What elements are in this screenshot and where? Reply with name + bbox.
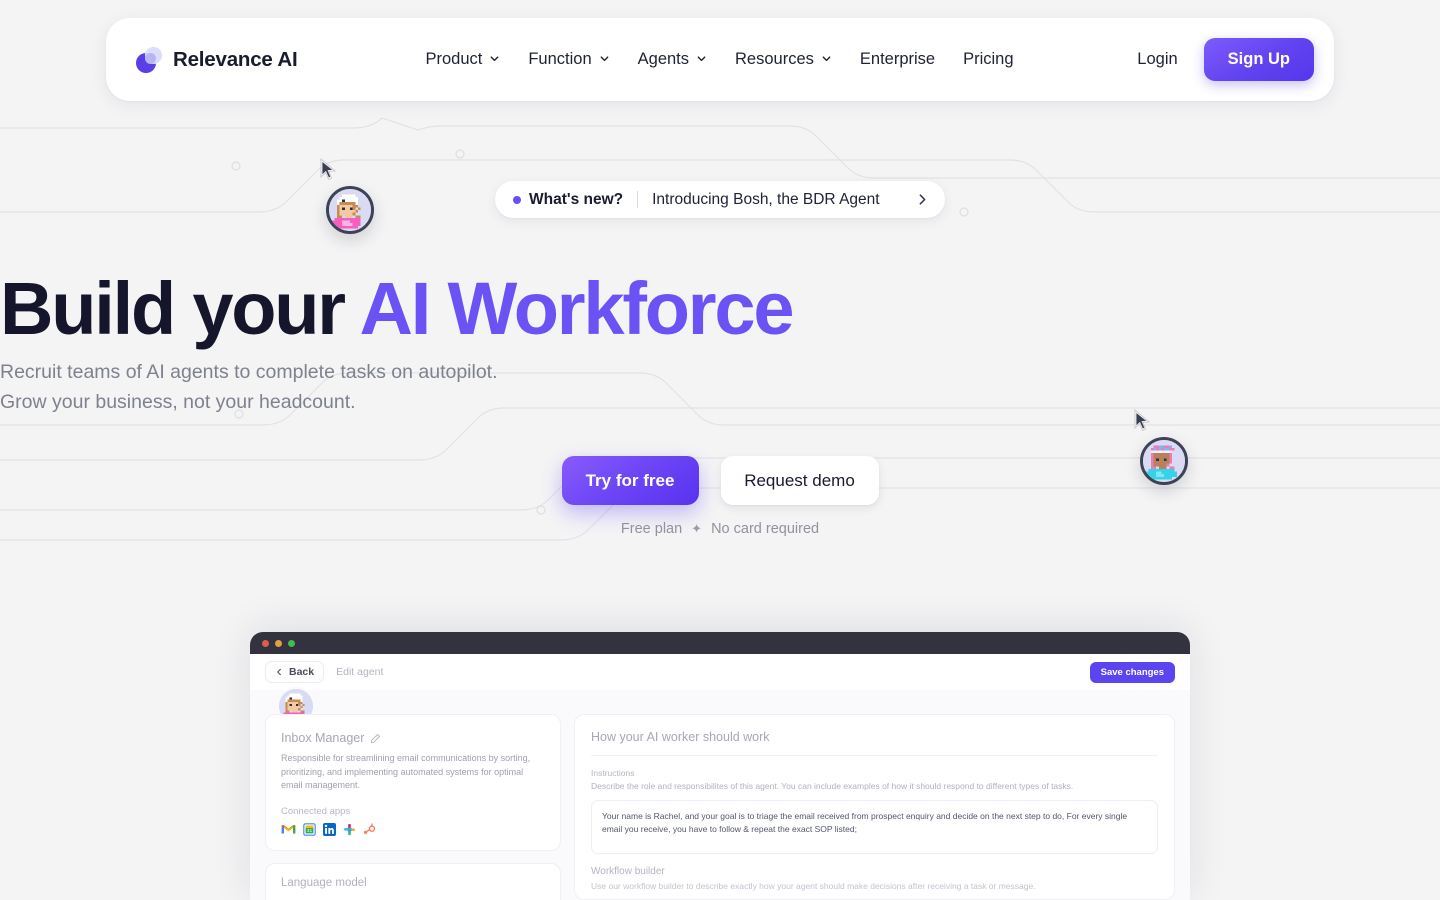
try-for-free-button[interactable]: Try for free	[561, 456, 699, 505]
instructions-label: Instructions	[591, 768, 635, 778]
hero-subtitle-line2: Grow your business, not your headcount.	[0, 391, 356, 413]
google-calendar-icon[interactable]: 31	[303, 822, 316, 836]
window-title-bar	[250, 632, 1190, 654]
login-link[interactable]: Login	[1125, 42, 1189, 77]
agent-description: Responsible for streamlining email commu…	[281, 753, 531, 790]
nav-item-agents[interactable]: Agents	[624, 42, 721, 77]
relevance-logo-icon	[136, 46, 162, 73]
connected-apps-row: 31	[281, 822, 545, 836]
avatar	[1140, 437, 1188, 485]
nav-item-product[interactable]: Product	[411, 42, 514, 77]
hero-subtitle: Recruit teams of AI agents to complete t…	[0, 357, 1440, 417]
chevron-left-icon	[277, 668, 281, 676]
workflow-builder-help: Use our workflow builder to describe exa…	[591, 881, 1036, 891]
brand-name: Relevance AI	[173, 47, 298, 71]
avatar	[326, 186, 374, 234]
maximize-window-button[interactable]	[288, 639, 295, 647]
agent-name: Inbox Manager	[281, 731, 365, 745]
announcement-pill[interactable]: What's new? Introducing Bosh, the BDR Ag…	[495, 181, 945, 218]
nav-links: Product Function Agents Resources Enterp…	[411, 42, 1027, 77]
floating-avatar-rachel	[326, 186, 374, 234]
nav-item-function[interactable]: Function	[514, 42, 623, 77]
hubspot-icon[interactable]	[363, 822, 376, 836]
svg-text:31: 31	[307, 827, 313, 833]
announcement-text: Introducing Bosh, the BDR Agent	[652, 190, 880, 208]
gmail-icon[interactable]	[281, 823, 296, 835]
announcement-badge: What's new?	[529, 190, 624, 208]
brand-logo[interactable]: Relevance AI	[136, 46, 298, 73]
chevron-down-icon	[599, 53, 610, 64]
work-panel-title: How your AI worker should work	[591, 730, 1158, 756]
language-model-label: Language model	[281, 876, 367, 889]
mockup-right-column: How your AI worker should work Instructi…	[574, 714, 1175, 900]
chevron-down-icon	[489, 53, 500, 64]
work-panel-card: How your AI worker should work Instructi…	[574, 714, 1175, 900]
chevron-right-icon	[916, 193, 929, 206]
linkedin-icon[interactable]	[323, 822, 336, 836]
no-card-label: No card required	[711, 521, 820, 537]
close-window-button[interactable]	[262, 639, 269, 647]
nav-item-label: Function	[528, 50, 592, 68]
instructions-input[interactable]: Your name is Rachel, and your goal is to…	[591, 800, 1158, 854]
page-root: Relevance AI Product Function Agents Res…	[0, 0, 1440, 900]
workflow-builder-label: Workflow builder	[591, 866, 665, 877]
agent-info-card: Inbox Manager Responsible for streamlini…	[265, 714, 561, 851]
agent-name-row: Inbox Manager	[281, 731, 545, 745]
pencil-icon[interactable]	[370, 733, 381, 744]
chevron-down-icon	[696, 53, 707, 64]
nav-item-pricing[interactable]: Pricing	[949, 42, 1027, 77]
slack-icon[interactable]	[343, 823, 356, 836]
sparkle-icon: ✦	[691, 521, 703, 536]
nav-item-label: Pricing	[963, 50, 1014, 68]
mockup-left-column: Inbox Manager Responsible for streamlini…	[265, 687, 561, 900]
status-dot-icon	[513, 195, 521, 204]
app-mockup-window: Back Edit agent Save changes Inbox Manag…	[250, 632, 1190, 900]
hero-cta-row: Try for free Request demo	[0, 456, 1440, 505]
nav-actions: Login Sign Up	[1125, 38, 1314, 81]
signup-button[interactable]: Sign Up	[1203, 38, 1314, 81]
back-button-label: Back	[289, 666, 315, 678]
main-navbar: Relevance AI Product Function Agents Res…	[106, 18, 1334, 101]
minimize-window-button[interactable]	[275, 639, 282, 647]
nav-item-enterprise[interactable]: Enterprise	[846, 42, 949, 77]
free-plan-label: Free plan	[620, 521, 683, 537]
headline-accent: AI Workforce	[359, 267, 795, 350]
nav-item-label: Agents	[637, 50, 690, 68]
nav-item-resources[interactable]: Resources	[721, 42, 846, 77]
breadcrumb: Edit agent	[336, 666, 384, 678]
pointer-cursor-icon	[320, 158, 337, 181]
nav-item-label: Product	[425, 50, 483, 68]
pointer-cursor-icon	[1134, 409, 1151, 432]
connected-apps-label: Connected apps	[281, 805, 351, 817]
nav-item-label: Enterprise	[859, 50, 936, 68]
page-title: Build your AI Workforce	[0, 270, 1440, 348]
instructions-help: Describe the role and responsibilites of…	[591, 781, 1074, 791]
headline-primary: Build your	[0, 267, 360, 350]
divider	[637, 191, 639, 208]
save-changes-button[interactable]: Save changes	[1089, 661, 1175, 683]
mockup-toolbar: Back Edit agent Save changes	[250, 654, 1190, 690]
language-model-card: Language model	[265, 862, 561, 900]
floating-avatar-bosh	[1140, 437, 1188, 485]
hero-subtitle-line1: Recruit teams of AI agents to complete t…	[0, 361, 498, 383]
back-button[interactable]: Back	[265, 661, 325, 683]
request-demo-button[interactable]: Request demo	[720, 456, 879, 505]
mockup-content: Inbox Manager Responsible for streamlini…	[250, 687, 1190, 900]
cta-note: Free plan ✦ No card required	[0, 521, 1440, 537]
nav-item-label: Resources	[735, 50, 814, 68]
instructions-value: Your name is Rachel, and your goal is to…	[602, 811, 1128, 834]
chevron-down-icon	[821, 53, 832, 64]
